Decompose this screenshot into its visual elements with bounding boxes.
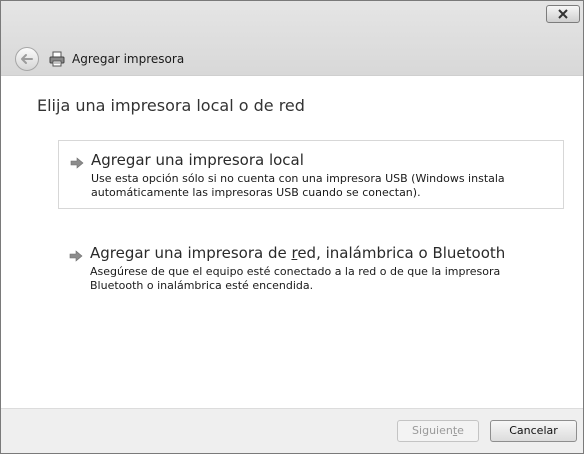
add-printer-window: Agregar impresora Elija una impresora lo…	[0, 0, 584, 454]
window-title: Agregar impresora	[72, 52, 185, 66]
add-local-printer-description-line1: Use esta opción sólo si no cuenta con un…	[91, 172, 505, 185]
next-label-part1: Siguien	[412, 424, 453, 437]
green-arrow-icon	[70, 157, 84, 169]
content-area: Elija una impresora local o de red Agreg…	[1, 76, 583, 408]
add-network-printer-description: Asegúrese de que el equipo esté conectad…	[90, 265, 552, 293]
page-heading: Elija una impresora local o de red	[37, 96, 305, 115]
next-button[interactable]: Siguiente	[397, 420, 479, 442]
add-local-printer-option[interactable]: Agregar una impresora local Use esta opc…	[58, 140, 564, 209]
footer-bar: Siguiente Cancelar	[1, 408, 583, 453]
back-arrow-icon	[21, 54, 33, 64]
close-icon	[558, 9, 568, 19]
close-button[interactable]	[546, 5, 580, 23]
title-bar: Agregar impresora	[1, 1, 583, 76]
add-network-printer-title-part2: ed, inalámbrica o Bluetooth	[297, 244, 506, 262]
back-button[interactable]	[15, 47, 39, 71]
cancel-button[interactable]: Cancelar	[490, 420, 577, 442]
next-label-part2: e	[457, 424, 464, 437]
add-local-printer-title: Agregar una impresora local	[91, 151, 304, 169]
add-network-printer-description-line2: Bluetooth o inalámbrica esté encendida.	[90, 279, 314, 292]
add-network-printer-title-part1: Agregar una impresora de	[90, 244, 292, 262]
add-network-printer-title: Agregar una impresora de red, inalámbric…	[90, 244, 552, 262]
printer-icon	[49, 51, 65, 67]
add-network-printer-description-line1: Asegúrese de que el equipo esté conectad…	[90, 265, 501, 278]
green-arrow-icon	[69, 250, 83, 262]
add-local-printer-description: Use esta opción sólo si no cuenta con un…	[91, 172, 551, 200]
add-local-printer-description-line2: automáticamente las impresoras USB cuand…	[91, 186, 421, 199]
add-network-printer-option[interactable]: Agregar una impresora de red, inalámbric…	[58, 234, 564, 301]
